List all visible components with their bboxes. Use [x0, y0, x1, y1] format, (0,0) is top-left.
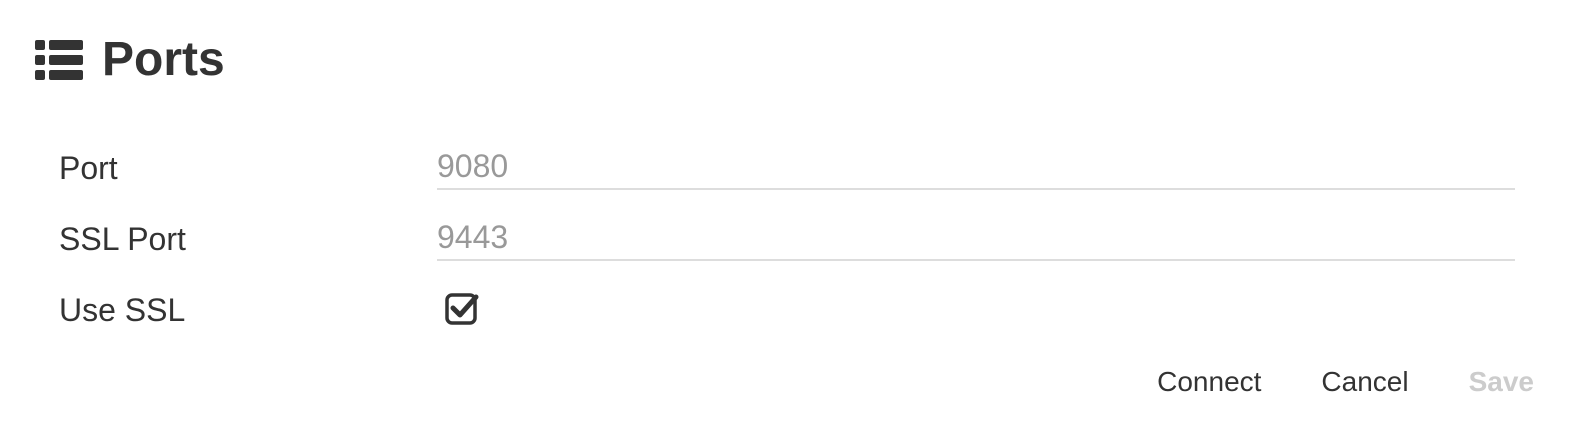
save-button[interactable]: Save [1469, 362, 1534, 402]
use-ssl-row: Use SSL [59, 282, 1517, 338]
page-title: Ports [102, 33, 225, 86]
header: Ports [35, 30, 225, 90]
use-ssl-checkbox[interactable] [445, 292, 479, 326]
ssl-port-row: SSL Port [59, 211, 1517, 267]
cancel-button[interactable]: Cancel [1321, 362, 1408, 402]
ssl-port-input[interactable] [437, 215, 1515, 261]
use-ssl-label: Use SSL [59, 292, 186, 328]
port-row: Port [59, 140, 1517, 196]
action-bar: Connect Cancel Save [1157, 362, 1534, 402]
port-input[interactable] [437, 144, 1515, 190]
ssl-port-label: SSL Port [59, 221, 186, 257]
connect-button[interactable]: Connect [1157, 362, 1261, 402]
port-label: Port [59, 150, 118, 186]
list-icon [35, 40, 83, 80]
checkbox-checked-icon [445, 293, 479, 325]
